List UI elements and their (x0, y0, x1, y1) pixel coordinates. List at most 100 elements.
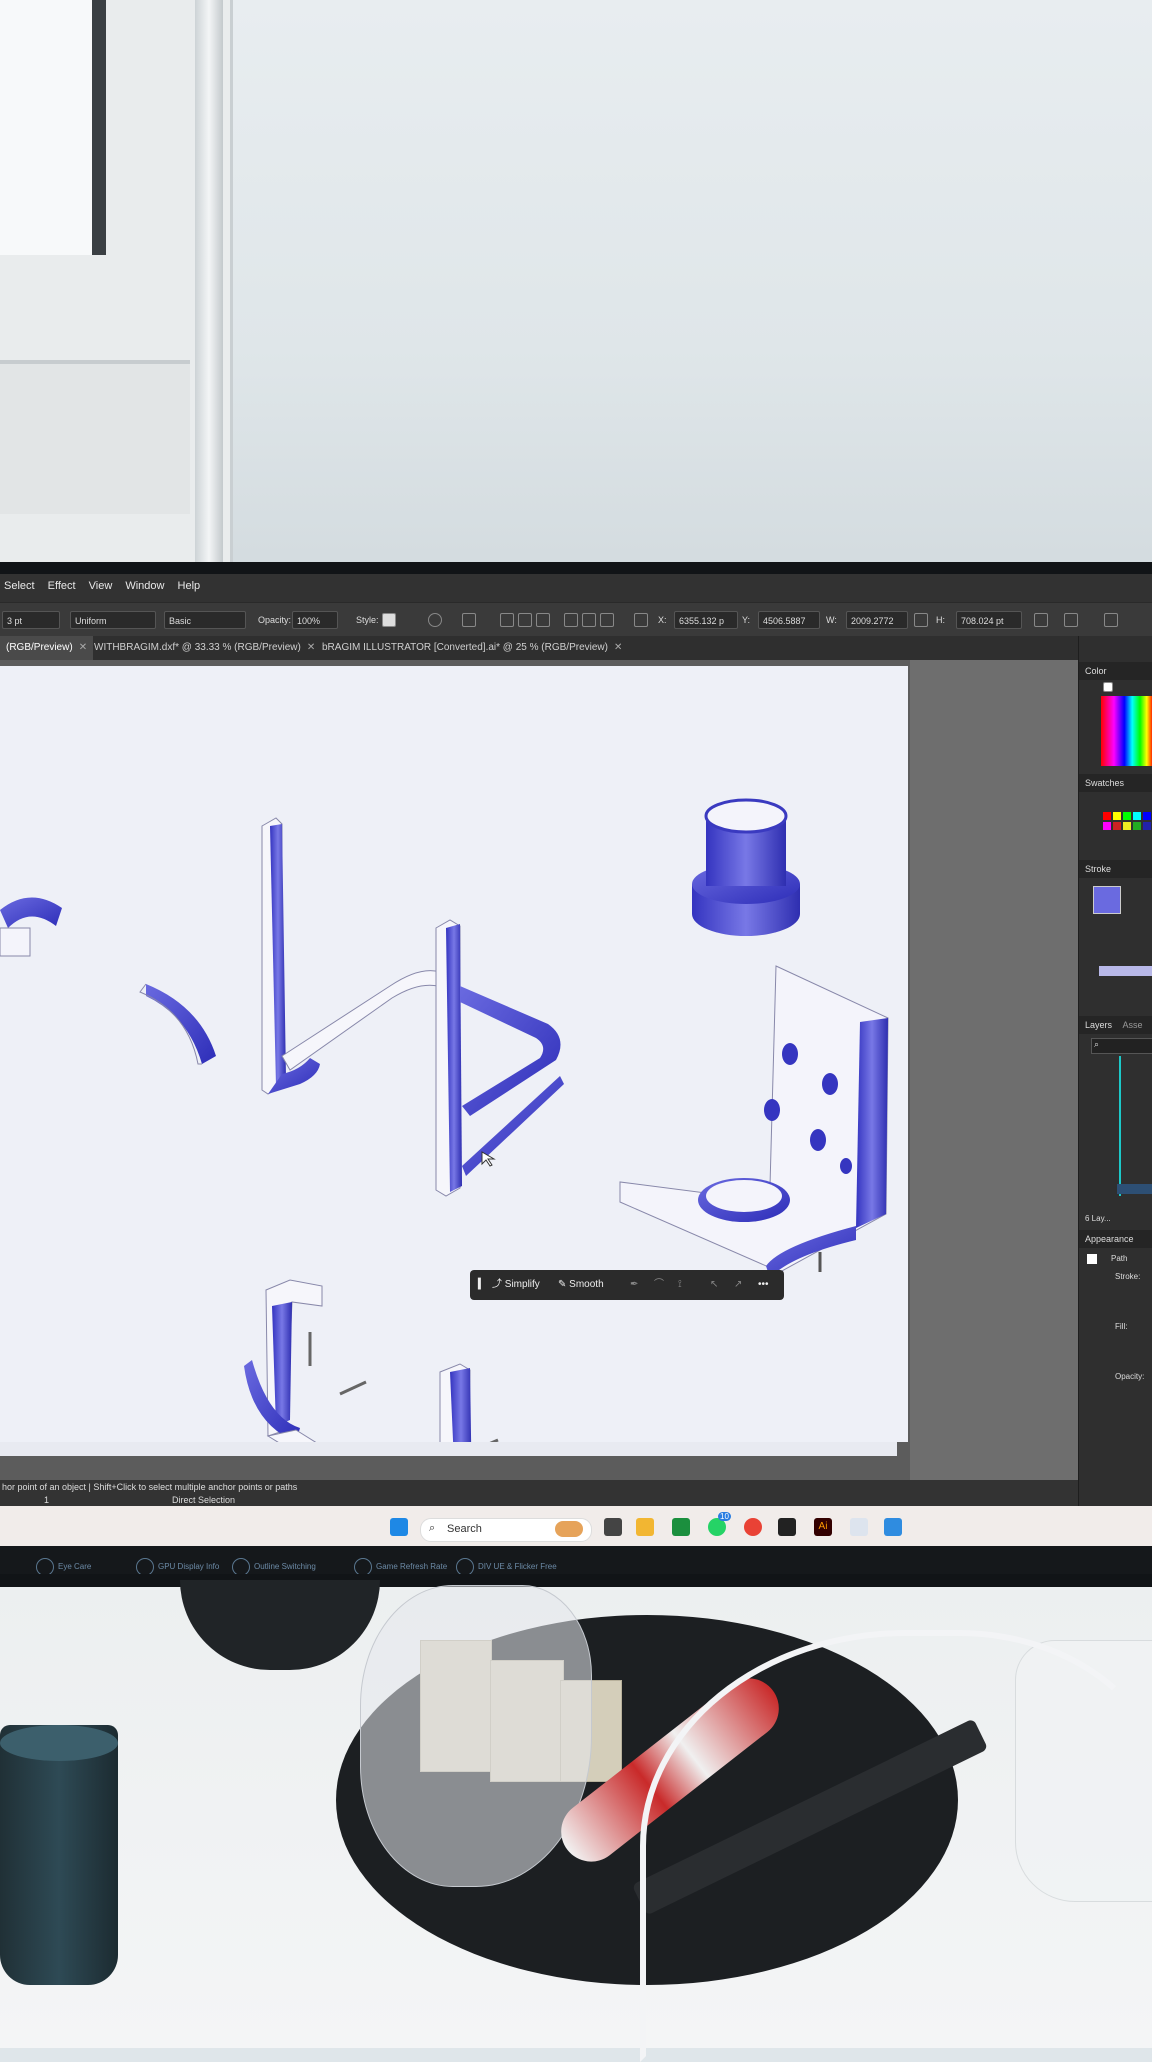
eye-icon (36, 1558, 54, 1574)
w-field[interactable]: 2009.2772 (846, 611, 908, 629)
appearance-fill-row[interactable]: Fill: (1115, 1322, 1127, 1331)
align-right-icon[interactable] (536, 613, 550, 627)
flicker-icon (456, 1558, 474, 1574)
curvature-icon[interactable]: ⌒ (650, 1276, 668, 1294)
swatch[interactable] (1133, 812, 1141, 820)
menu-item-select[interactable]: Select (0, 574, 41, 592)
menu-item-effect[interactable]: Effect (44, 574, 82, 592)
x-field[interactable]: 6355.132 p (674, 611, 738, 629)
arc-part-left[interactable] (0, 897, 62, 957)
convert-anchor-icon[interactable]: ↖ (706, 1276, 722, 1294)
artboard-bottom-edge (0, 1442, 897, 1456)
isolate-icon[interactable] (1034, 613, 1048, 627)
align-bottom-icon[interactable] (600, 613, 614, 627)
selected-layer-row[interactable] (1117, 1184, 1152, 1194)
appearance-stroke-row[interactable]: Stroke: (1115, 1272, 1140, 1281)
x-label: X: (658, 615, 667, 625)
recolor-artwork-icon[interactable] (428, 613, 442, 627)
w-label: W: (826, 615, 837, 625)
transform-icon[interactable] (462, 613, 476, 627)
appearance-panel-header[interactable]: Appearance (1079, 1230, 1152, 1248)
start-icon[interactable] (390, 1518, 408, 1536)
swatch[interactable] (1103, 812, 1111, 820)
artboard[interactable] (0, 666, 908, 1542)
y-field[interactable]: 4506.5887 (758, 611, 820, 629)
file-explorer-icon[interactable] (636, 1518, 654, 1536)
osd-eye-care: Eye Care (36, 1558, 91, 1574)
menu-item-window[interactable]: Window (121, 574, 170, 592)
whatsapp-icon[interactable]: 10 (708, 1512, 731, 1536)
chrome-icon[interactable] (744, 1518, 762, 1536)
swatch[interactable] (1103, 822, 1111, 830)
menu-item-help[interactable]: Help (174, 574, 207, 592)
control-bar: 3 pt Uniform Basic Opacity: 100% Style: … (0, 602, 1152, 637)
align-left-icon[interactable] (500, 613, 514, 627)
menu-item-view[interactable]: View (85, 574, 119, 592)
close-icon[interactable]: ✕ (79, 642, 87, 653)
photos-icon[interactable] (884, 1518, 902, 1536)
assets-tab[interactable]: Asse (1123, 1020, 1143, 1030)
rail-bracket-part[interactable] (261, 817, 441, 1095)
search-icon: ⌕ (1094, 1039, 1100, 1049)
app-icon-dark[interactable] (778, 1518, 796, 1536)
h-label: H: (936, 615, 945, 625)
curved-clip-part[interactable] (139, 983, 216, 1065)
pen-tool-icon[interactable]: ✒ (626, 1276, 642, 1294)
close-icon[interactable]: ✕ (614, 642, 622, 653)
h-field[interactable]: 708.024 pt (956, 611, 1022, 629)
constrain-proportions-icon[interactable] (914, 613, 928, 627)
graphic-style-swatch[interactable] (382, 613, 396, 627)
document-tabs: (RGB/Preview) ✕ WITHBRAGIM.dxf* @ 33.33 %… (0, 636, 1090, 660)
simplify-button[interactable]: ⤴ Simplify (488, 1276, 544, 1294)
reference-point-icon[interactable] (634, 613, 648, 627)
swatch[interactable] (1113, 822, 1121, 830)
default-fill-stroke-icon[interactable] (1103, 682, 1113, 692)
illustrator-icon[interactable]: Ai (814, 1518, 832, 1536)
snipping-tool-icon[interactable] (850, 1518, 868, 1536)
page-field[interactable]: 1 (44, 1494, 49, 1506)
appearance-opacity-row[interactable]: Opacity: (1115, 1372, 1144, 1381)
swatch[interactable] (1123, 822, 1131, 830)
align-center-icon[interactable] (518, 613, 532, 627)
swatch[interactable] (1113, 812, 1121, 820)
swatch[interactable] (1143, 812, 1151, 820)
taskbar-search[interactable]: ⌕ Search (420, 1518, 592, 1542)
monitor: Select Effect View Window Help 3 pt Unif… (0, 562, 1152, 1587)
smooth-button[interactable]: ✎ Smooth (554, 1276, 608, 1294)
swatch[interactable] (1123, 812, 1131, 820)
anchor-icon[interactable]: ⟟ (674, 1276, 686, 1294)
close-icon[interactable]: ✕ (307, 642, 315, 653)
tab-bragim-illustrator[interactable]: bRAGIM ILLUSTRATOR [Converted].ai* @ 25 … (316, 636, 628, 660)
swatches-panel-header[interactable]: Swatches (1079, 774, 1152, 792)
layers-search-input[interactable]: ⌕ (1091, 1038, 1152, 1054)
tab-withbragim[interactable]: WITHBRAGIM.dxf* @ 33.33 % (RGB/Preview) ✕ (88, 636, 321, 660)
contextual-task-bar: ▍ ⤴ Simplify ✎ Smooth ✒ ⌒ ⟟ ↖ ↗ ••• (470, 1270, 784, 1300)
u-holder-part[interactable] (244, 1279, 499, 1542)
status-hint: hor point of an object | Shift+Click to … (2, 1482, 298, 1492)
triangle-frame-part[interactable] (435, 919, 564, 1197)
task-view-icon[interactable] (604, 1518, 622, 1536)
align-middle-icon[interactable] (582, 613, 596, 627)
cut-path-icon[interactable]: ↗ (730, 1276, 746, 1294)
app-icon-green[interactable] (672, 1518, 690, 1536)
stroke-panel-header[interactable]: Stroke (1079, 860, 1152, 878)
color-spectrum[interactable] (1101, 696, 1152, 766)
pasteboard (910, 660, 1080, 1480)
variable-width-profile-select[interactable]: Uniform (70, 611, 156, 629)
cylinder-cap-part[interactable] (692, 798, 800, 936)
mounting-plate-part[interactable] (619, 965, 889, 1278)
more-options-button[interactable]: ••• (754, 1276, 773, 1294)
color-panel-header[interactable]: Color (1079, 662, 1152, 680)
opacity-field[interactable]: 100% (292, 611, 338, 629)
gradient-slider[interactable] (1099, 966, 1152, 976)
layers-tab[interactable]: Layers (1085, 1020, 1112, 1030)
arrange-icon[interactable] (1064, 613, 1078, 627)
swatch[interactable] (1143, 822, 1151, 830)
panel-menu-icon[interactable] (1104, 613, 1118, 627)
align-top-icon[interactable] (564, 613, 578, 627)
tab-preview[interactable]: (RGB/Preview) ✕ (0, 636, 94, 660)
brush-definition-select[interactable]: Basic (164, 611, 246, 629)
fill-color-swatch[interactable] (1093, 886, 1121, 914)
stroke-weight-field[interactable]: 3 pt (2, 611, 60, 629)
swatch[interactable] (1133, 822, 1141, 830)
